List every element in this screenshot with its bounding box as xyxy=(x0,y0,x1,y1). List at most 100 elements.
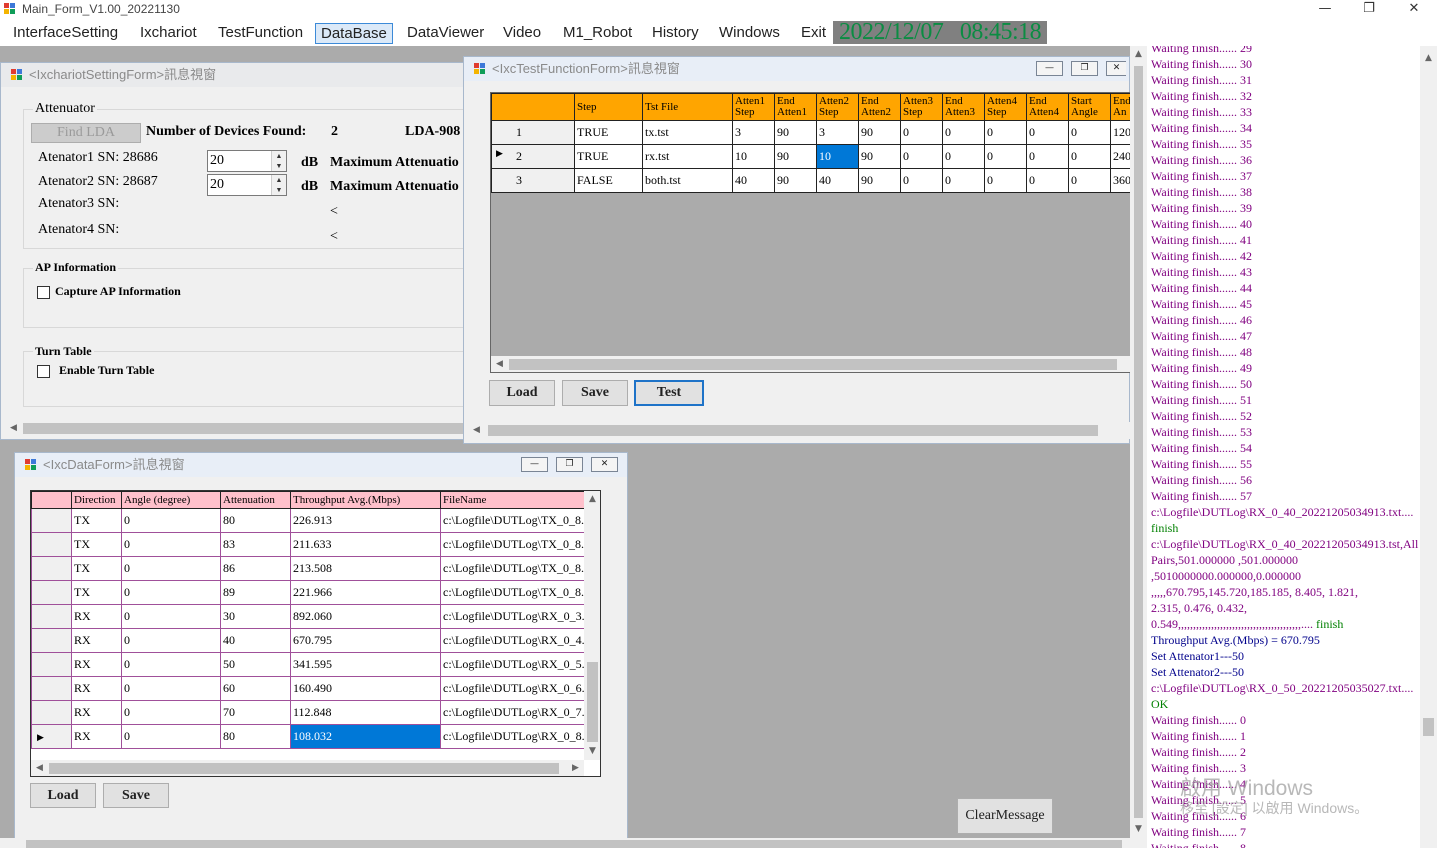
table-row[interactable]: RX 0 30 892.060 c:\Logfile\DUTLog\RX_0_3... xyxy=(31,604,585,629)
grid-cell[interactable]: c:\Logfile\DUTLog\RX_0_5... xyxy=(440,652,585,677)
data-grid-header[interactable]: Angle (degree) xyxy=(121,491,221,509)
spin-arrows-icon[interactable]: ▲ ▼ xyxy=(271,175,286,195)
table-row[interactable]: ▶ RX 0 80 108.032 c:\Logfile\DUTLog\RX_0_8... xyxy=(31,724,585,749)
test-grid-header[interactable]: Tst File xyxy=(642,93,733,121)
data-save-button[interactable]: Save xyxy=(103,783,169,808)
test-grid-header[interactable]: End Atten4 xyxy=(1026,93,1069,121)
test-form-hscroll[interactable]: ◀ xyxy=(468,422,1130,439)
row-header[interactable] xyxy=(31,676,72,701)
minimize-button[interactable]: — xyxy=(1302,0,1348,20)
grid-cell[interactable]: c:\Logfile\DUTLog\RX_0_7... xyxy=(440,700,585,725)
grid-cell[interactable]: 341.595 xyxy=(290,652,441,677)
scroll-thumb[interactable] xyxy=(49,763,559,774)
attenuator1-spinner[interactable]: 20 ▲ ▼ xyxy=(207,150,287,172)
data-grid-header[interactable]: Throughput Avg.(Mbps) xyxy=(290,491,441,509)
enable-turn-table-checkbox[interactable] xyxy=(37,365,50,378)
grid-cell[interactable]: 670.795 xyxy=(290,628,441,653)
form-minimize-icon[interactable]: — xyxy=(1036,61,1063,76)
grid-cell[interactable]: 0 xyxy=(1026,144,1069,169)
table-row[interactable]: RX 0 60 160.490 c:\Logfile\DUTLog\RX_0_6... xyxy=(31,676,585,701)
grid-cell[interactable]: c:\Logfile\DUTLog\TX_0_8... xyxy=(440,508,585,533)
grid-cell[interactable]: 0 xyxy=(121,652,221,677)
grid-cell[interactable]: c:\Logfile\DUTLog\TX_0_8... xyxy=(440,580,585,605)
scroll-thumb[interactable] xyxy=(488,425,1098,436)
table-row[interactable]: RX 0 40 670.795 c:\Logfile\DUTLog\RX_0_4... xyxy=(31,628,585,653)
menu-database[interactable]: DataBase xyxy=(315,23,393,44)
grid-cell[interactable]: 0 xyxy=(984,144,1027,169)
test-grid-header[interactable]: End Atten1 xyxy=(774,93,817,121)
menu-m1-robot[interactable]: M1_Robot xyxy=(558,23,637,44)
form-close-icon[interactable]: ✕ xyxy=(591,457,618,472)
data-grid-vscroll[interactable]: ▲ ▼ xyxy=(584,491,600,760)
grid-cell[interactable]: TX xyxy=(71,532,122,557)
grid-cell[interactable]: 226.913 xyxy=(290,508,441,533)
test-run-button[interactable]: Test xyxy=(634,380,704,406)
row-header[interactable] xyxy=(31,652,72,677)
grid-cell[interactable]: 221.966 xyxy=(290,580,441,605)
menu-interface-setting[interactable]: InterfaceSetting xyxy=(8,23,123,44)
test-grid-header[interactable]: Atten2 Step xyxy=(816,93,859,121)
grid-cell[interactable]: 3 xyxy=(816,120,859,145)
grid-cell[interactable]: 0 xyxy=(900,120,943,145)
scroll-down-icon[interactable]: ▼ xyxy=(1130,821,1147,838)
capture-ap-checkbox[interactable] xyxy=(37,286,50,299)
grid-cell[interactable]: c:\Logfile\DUTLog\TX_0_8... xyxy=(440,556,585,581)
scroll-thumb[interactable] xyxy=(1423,718,1434,736)
grid-cell[interactable]: 160.490 xyxy=(290,676,441,701)
grid-cell[interactable]: 0 xyxy=(121,556,221,581)
grid-cell[interactable]: 0 xyxy=(121,580,221,605)
table-row[interactable]: TX 0 83 211.633 c:\Logfile\DUTLog\TX_0_8... xyxy=(31,532,585,557)
table-row[interactable]: TX 0 80 226.913 c:\Logfile\DUTLog\TX_0_8... xyxy=(31,508,585,533)
test-grid-header[interactable]: Atten3 Step xyxy=(900,93,943,121)
test-grid-header[interactable]: Step xyxy=(574,93,643,121)
grid-cell[interactable]: 60 xyxy=(220,676,291,701)
row-header[interactable] xyxy=(31,508,72,533)
scroll-up-icon[interactable]: ▲ xyxy=(1130,46,1147,63)
mdi-vscroll[interactable]: ▲ ▼ xyxy=(1130,46,1147,848)
grid-cell[interactable]: 89 xyxy=(220,580,291,605)
grid-cell[interactable]: 0 xyxy=(121,724,221,749)
grid-cell[interactable]: c:\Logfile\DUTLog\TX_0_8... xyxy=(440,532,585,557)
grid-cell[interactable]: 10 xyxy=(732,144,775,169)
grid-cell[interactable]: 0 xyxy=(121,508,221,533)
grid-cell[interactable]: 86 xyxy=(220,556,291,581)
test-grid-header[interactable]: End An xyxy=(1110,93,1130,121)
test-grid-header[interactable]: End Atten2 xyxy=(858,93,901,121)
row-header[interactable]: 1 xyxy=(491,120,575,145)
data-grid-hscroll[interactable]: ◀ ▶ xyxy=(31,760,584,776)
row-header[interactable] xyxy=(31,700,72,725)
find-lda-button[interactable]: Find LDA xyxy=(31,123,141,143)
grid-cell[interactable]: 108.032 xyxy=(290,724,441,749)
row-header[interactable]: ▶ 2 xyxy=(491,144,575,169)
grid-cell[interactable]: 0 xyxy=(900,168,943,193)
grid-cell[interactable]: RX xyxy=(71,724,122,749)
scroll-thumb[interactable] xyxy=(26,840,1122,848)
test-grid-header[interactable]: Atten4 Step xyxy=(984,93,1027,121)
grid-cell[interactable]: 120 xyxy=(1110,120,1130,145)
scroll-thumb[interactable] xyxy=(1134,66,1143,818)
grid-cell[interactable]: 90 xyxy=(858,168,901,193)
grid-cell[interactable]: 0 xyxy=(900,144,943,169)
grid-cell[interactable]: rx.tst xyxy=(642,144,733,169)
menu-ixchariot[interactable]: Ixchariot xyxy=(135,23,202,44)
test-grid-header[interactable]: End Atten3 xyxy=(942,93,985,121)
scroll-right-icon[interactable]: ▶ xyxy=(567,760,584,776)
grid-cell[interactable]: 0 xyxy=(942,144,985,169)
test-grid-header[interactable]: Start Angle xyxy=(1068,93,1111,121)
table-row[interactable]: RX 0 70 112.848 c:\Logfile\DUTLog\RX_0_7... xyxy=(31,700,585,725)
grid-cell[interactable]: 892.060 xyxy=(290,604,441,629)
form-restore-icon[interactable]: ❐ xyxy=(556,457,583,472)
grid-cell[interactable]: TRUE xyxy=(574,144,643,169)
table-row[interactable]: 1 TRUE tx.tst 3 90 3 90 0 0 0 0 0 120 xyxy=(491,120,1130,145)
grid-cell[interactable]: RX xyxy=(71,604,122,629)
scroll-up-icon[interactable]: ▲ xyxy=(584,491,600,508)
grid-cell[interactable]: 0 xyxy=(121,628,221,653)
grid-cell[interactable]: 90 xyxy=(774,168,817,193)
test-load-button[interactable]: Load xyxy=(489,380,555,406)
row-header[interactable]: ▶ xyxy=(31,724,72,749)
grid-cell[interactable]: 0 xyxy=(942,120,985,145)
clear-message-button[interactable]: ClearMessage xyxy=(957,798,1053,834)
row-header[interactable] xyxy=(31,556,72,581)
scroll-thumb[interactable] xyxy=(23,423,463,434)
table-row[interactable]: TX 0 89 221.966 c:\Logfile\DUTLog\TX_0_8... xyxy=(31,580,585,605)
